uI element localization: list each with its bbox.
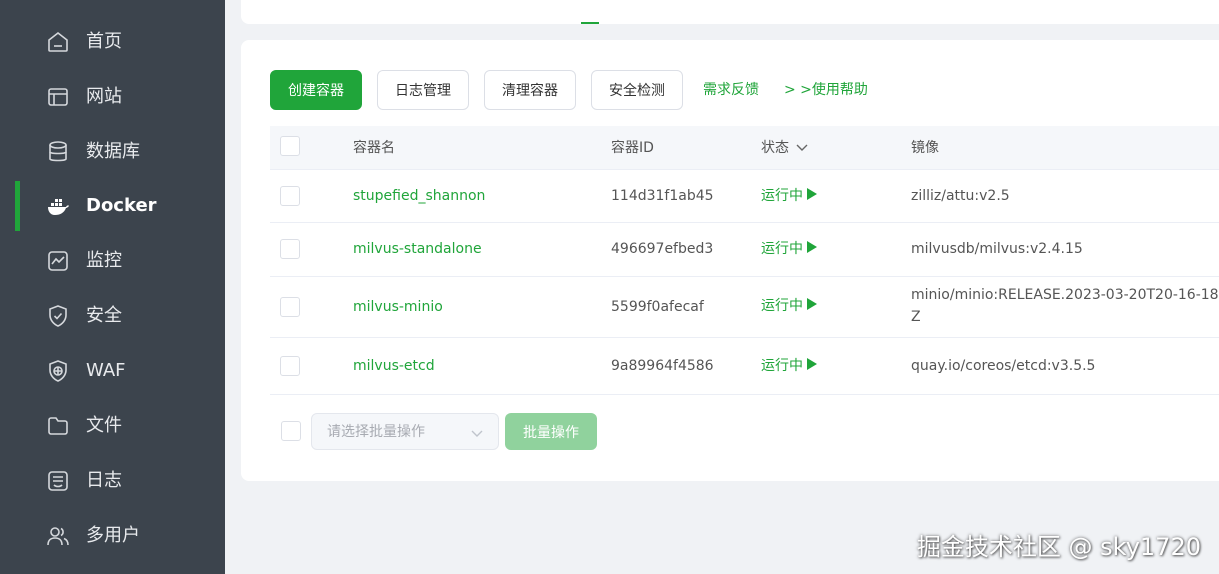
container-id: 9a89964f4586 (611, 358, 714, 374)
container-id: 496697efbed3 (611, 241, 714, 257)
sidebar-item-label: 安全 (86, 305, 122, 326)
sidebar-item-label: 多用户 (86, 525, 140, 546)
batch-operation-select[interactable]: 请选择批量操作 (311, 413, 499, 450)
table-row[interactable]: stupefied_shannon 114d31f1ab45 运行中 zilli… (270, 170, 1219, 223)
status-toggle[interactable]: 运行中 (761, 238, 818, 260)
sidebar-item-security[interactable]: 安全 (0, 291, 225, 341)
status-toggle[interactable]: 运行中 (761, 185, 818, 207)
browser-window-icon (46, 85, 70, 109)
sidebar-item-docker[interactable]: Docker (0, 181, 225, 231)
container-name-link[interactable]: stupefied_shannon (353, 185, 485, 207)
waf-shield-icon (46, 359, 70, 383)
table-row[interactable]: milvus-standalone 496697efbed3 运行中 milvu… (270, 223, 1219, 277)
row-checkbox[interactable] (280, 186, 300, 206)
chevron-down-icon (471, 430, 483, 437)
table-header: 容器名 容器ID 状态 镜像 (270, 126, 1219, 170)
play-icon (807, 188, 817, 200)
tabs-card (241, 0, 1219, 24)
container-image: quay.io/coreos/etcd:v3.5.5 (911, 358, 1096, 374)
sidebar-item-label: Docker (86, 195, 157, 216)
column-header-status[interactable]: 状态 (761, 138, 809, 158)
container-id: 5599f0afecaf (611, 299, 704, 315)
clean-containers-button[interactable]: 清理容器 (484, 70, 576, 110)
status-text: 运行中 (761, 358, 803, 374)
sidebar-item-monitor[interactable]: 监控 (0, 236, 225, 286)
row-checkbox[interactable] (280, 356, 300, 376)
sidebar-item-logs[interactable]: 日志 (0, 456, 225, 506)
create-container-button[interactable]: 创建容器 (270, 70, 362, 110)
container-name-link[interactable]: milvus-standalone (353, 238, 482, 260)
sidebar-item-files[interactable]: 文件 (0, 401, 225, 451)
batch-select-checkbox[interactable] (281, 421, 301, 441)
database-icon (46, 140, 70, 164)
container-name-link[interactable]: milvus-etcd (353, 355, 435, 377)
sidebar-item-database[interactable]: 数据库 (0, 127, 225, 177)
container-id: 114d31f1ab45 (611, 188, 714, 204)
folder-icon (46, 414, 70, 438)
chevron-down-icon (796, 144, 808, 151)
play-icon (807, 298, 817, 310)
monitor-chart-icon (46, 249, 70, 273)
table-row[interactable]: milvus-etcd 9a89964f4586 运行中 quay.io/cor… (270, 338, 1219, 395)
sidebar-item-label: WAF (86, 360, 126, 381)
sidebar-item-label: 文件 (86, 415, 122, 436)
play-icon (807, 241, 817, 253)
status-text: 运行中 (761, 298, 803, 314)
sidebar-item-label: 日志 (86, 470, 122, 491)
sidebar-item-label: 监控 (86, 250, 122, 271)
row-checkbox[interactable] (280, 297, 300, 317)
container-name-link[interactable]: milvus-minio (353, 296, 443, 318)
sidebar-item-label: 首页 (86, 31, 122, 52)
sidebar-item-users[interactable]: 多用户 (0, 511, 225, 561)
sidebar-item-label: 网站 (86, 86, 122, 107)
sidebar-item-home[interactable]: 首页 (0, 17, 225, 67)
watermark: 掘金技术社区 @ sky1720 (916, 533, 1201, 561)
feedback-link[interactable]: 需求反馈 (703, 80, 759, 100)
security-check-button[interactable]: 安全检测 (591, 70, 683, 110)
sidebar: 首页 网站 数据库 Docker 监控 安全 WAF 文件 日志 多用户 (0, 0, 225, 574)
column-header-name[interactable]: 容器名 (353, 138, 395, 158)
container-image: zilliz/attu:v2.5 (911, 188, 1010, 204)
home-icon (46, 30, 70, 54)
batch-operation-button[interactable]: 批量操作 (505, 413, 597, 450)
status-text: 运行中 (761, 188, 803, 204)
sidebar-item-waf[interactable]: WAF (0, 346, 225, 396)
sidebar-item-label: 数据库 (86, 141, 140, 162)
play-icon (807, 358, 817, 370)
column-header-status-label: 状态 (761, 140, 789, 156)
table-row[interactable]: milvus-minio 5599f0afecaf 运行中 minio/mini… (270, 277, 1219, 338)
container-image: milvusdb/milvus:v2.4.15 (911, 241, 1083, 257)
users-icon (46, 524, 70, 548)
status-text: 运行中 (761, 241, 803, 257)
log-management-button[interactable]: 日志管理 (377, 70, 469, 110)
batch-operation-placeholder: 请选择批量操作 (327, 424, 425, 440)
column-header-image: 镜像 (911, 140, 939, 156)
active-tab-indicator (581, 22, 599, 24)
column-header-id[interactable]: 容器ID (611, 138, 654, 158)
status-toggle[interactable]: 运行中 (761, 355, 818, 377)
select-all-checkbox[interactable] (280, 136, 300, 156)
sidebar-item-website[interactable]: 网站 (0, 72, 225, 122)
row-checkbox[interactable] (280, 239, 300, 259)
log-icon (46, 469, 70, 493)
container-image: minio/minio:RELEASE.2023-03-20T20-16-18Z (911, 287, 1219, 325)
help-link[interactable]: > >使用帮助 (784, 80, 868, 100)
docker-whale-icon (46, 194, 70, 218)
shield-check-icon (46, 304, 70, 328)
status-toggle[interactable]: 运行中 (761, 295, 818, 317)
